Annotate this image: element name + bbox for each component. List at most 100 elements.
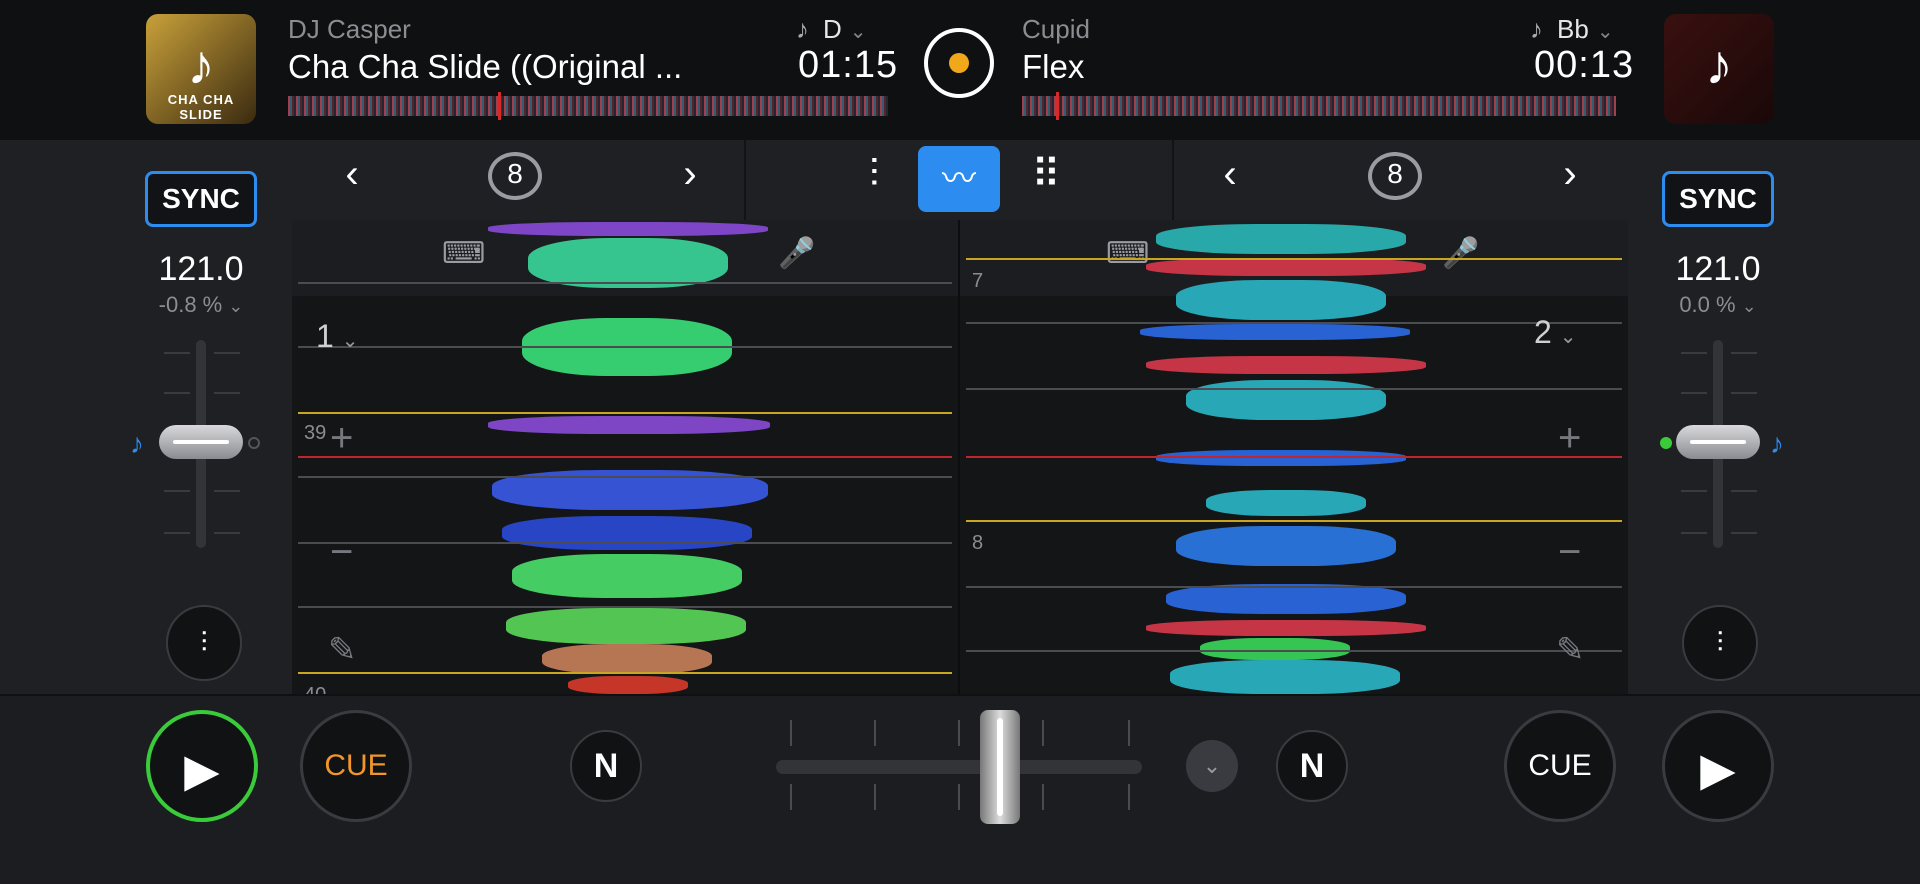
beat-line [966,322,1622,324]
fader-tick [1681,352,1707,354]
music-note-icon: ♪ [1705,33,1733,96]
fader-tick [214,392,240,394]
music-note-icon: ♪ [796,14,809,44]
pitch-left: -0.8 % [158,292,223,317]
cue-button-left[interactable]: CUE [300,710,412,822]
deck-number-left: 1 [316,318,334,354]
waveform-segment [512,554,742,598]
album-art-left[interactable]: ♪ CHA CHA SLIDE [146,14,256,124]
key-selector-left[interactable]: ♪ D ⌄ [796,14,867,45]
crossfader-track[interactable] [776,760,1142,774]
edit-pencil-icon-right[interactable]: ✎ [1556,630,1585,670]
playhead-line-left [298,456,952,458]
album-art-right[interactable]: ♪ [1664,14,1774,124]
loop-next-left-button[interactable]: › [670,152,710,197]
waveform-segment [1176,526,1396,566]
crossfader-knob[interactable] [980,710,1020,824]
beat-line [966,388,1622,390]
loop-button-left[interactable]: 8 [488,152,548,204]
waveform-segment [502,516,752,550]
keylock-note-icon-left[interactable]: ♪ [130,428,144,460]
pitch-selector-right[interactable]: 0.0 % ⌄ [1638,292,1798,318]
cue-button-right[interactable]: CUE [1504,710,1616,822]
waveform-segment [1170,660,1400,694]
music-note-icon: ♪ [187,33,215,96]
neural-mix-button-left[interactable]: N [570,730,642,802]
zoom-in-left-button[interactable]: + [330,416,353,461]
fader-tick [214,352,240,354]
pads-view-button[interactable]: ⠿ [1020,152,1072,198]
microphone-icon[interactable]: 🎤 [778,236,815,271]
microphone-icon[interactable]: 🎤 [1442,236,1479,271]
fader-tick [214,532,240,534]
zoom-out-left-button[interactable]: − [330,530,353,575]
sync-button-right[interactable]: SYNC [1662,171,1774,227]
mixer-view-button[interactable]: ⫶ [848,152,900,197]
waveform-segment [528,238,728,288]
fader-tick [1731,392,1757,394]
loop-next-right-button[interactable]: › [1550,152,1590,197]
chevron-down-icon: ⌄ [1559,326,1577,348]
overview-waveform-left[interactable] [288,96,888,116]
fader-tick [1731,490,1757,492]
deck-number-right: 2 [1534,314,1552,350]
toolbar-divider [1172,140,1174,220]
tempo-fader-right-knob[interactable] [1676,425,1760,459]
keylock-note-icon-right[interactable]: ♪ [1770,428,1784,460]
zoom-in-right-button[interactable]: + [1558,416,1581,461]
keyboard-icon[interactable]: ⌨ [442,236,485,271]
fader-tick [164,490,190,492]
n-logo-icon: N [593,747,619,785]
artist-left: DJ Casper [288,14,411,44]
bar-line [966,520,1622,522]
play-button-right[interactable]: ▶ [1662,710,1774,822]
keyboard-icon[interactable]: ⌨ [1106,236,1149,271]
bar-line [966,258,1622,260]
eq-button-right[interactable]: ⫶ [1682,605,1758,681]
chevron-down-icon: ⌄ [1741,296,1757,316]
center-disc-button[interactable] [924,28,994,98]
tempo-fader-left-knob[interactable] [159,425,243,459]
neural-mix-button-right[interactable]: N [1276,730,1348,802]
disc-dot-icon [949,53,969,73]
waveform-area[interactable]: ⌨ 🎤 1⌄ 39 40 + − ✎ ⌨ 🎤 [292,220,1628,694]
eq-button-left[interactable]: ⫶ [166,605,242,681]
crossfader-tick [790,784,792,810]
waveform-segment [1140,324,1410,340]
tempo-reset-dot-left[interactable] [248,437,260,449]
tempo-reset-dot-right[interactable] [1660,437,1672,449]
loop-prev-right-button[interactable]: ‹ [1210,152,1250,197]
waveform-lane-right[interactable]: ⌨ 🎤 7 8 2 ⌄ + − ✎ [960,220,1628,694]
pitch-selector-left[interactable]: -0.8 % ⌄ [121,292,281,318]
sync-button-left[interactable]: SYNC [145,171,257,227]
fader-tick [164,392,190,394]
music-note-icon: ♪ [1530,14,1543,44]
crossfader-options-button[interactable]: ⌄ [1186,740,1238,792]
loop-button-right[interactable]: 8 [1368,152,1428,204]
edit-pencil-icon-left[interactable]: ✎ [328,630,357,670]
zoom-out-right-button[interactable]: − [1558,530,1581,575]
bar-line [298,672,952,674]
crossfader-tick [958,784,960,810]
key-right: Bb [1557,14,1589,44]
chevron-down-icon: ⌄ [341,330,359,352]
waveform-segment [1206,490,1366,516]
deck-selector-left[interactable]: 1 ⌄ [316,318,359,355]
beat-line [966,586,1622,588]
loop-size-right: 8 [1387,158,1403,189]
waveform-lane-left[interactable]: ⌨ 🎤 1⌄ 39 40 + − ✎ [292,220,958,694]
key-selector-right[interactable]: ♪ Bb ⌄ [1530,14,1614,45]
crossfader-tick [1042,720,1044,746]
waveform-segment [488,416,770,434]
chevron-down-icon: ⌄ [849,21,867,43]
waveform-view-button[interactable]: 〰 [918,146,1000,212]
loop-prev-left-button[interactable]: ‹ [332,152,372,197]
waveform-segment [488,222,768,236]
crossfader-tick [790,720,792,746]
bpm-right: 121.0 [1675,250,1761,288]
play-button-left[interactable]: ▶ [146,710,258,822]
deck-selector-right[interactable]: 2 ⌄ [1534,314,1577,351]
overview-waveform-right[interactable] [1022,96,1616,116]
key-left: D [823,14,842,44]
time-left: 01:15 [798,44,899,86]
